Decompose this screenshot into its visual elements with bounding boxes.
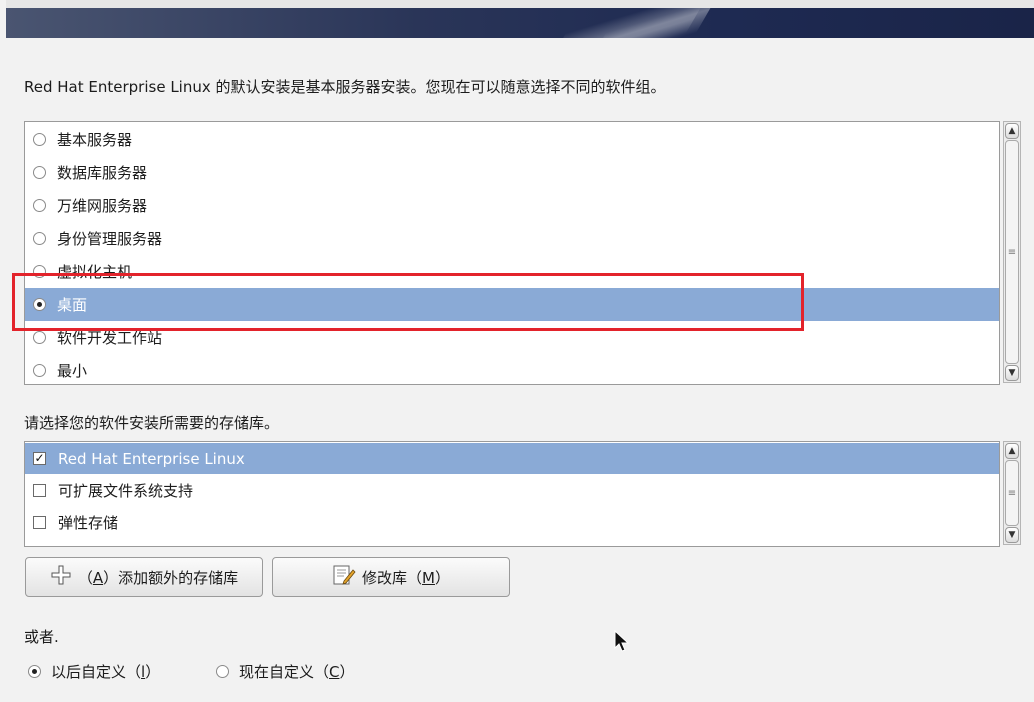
- edit-icon: [332, 564, 356, 590]
- checkbox[interactable]: [33, 515, 46, 529]
- scroll-up-icon[interactable]: ▲: [1005, 123, 1019, 139]
- customize-later-label: 以后自定义（l）: [51, 663, 161, 681]
- add-repo-button[interactable]: （A）添加额外的存储库: [25, 557, 263, 597]
- repo-item-label: Red Hat Enterprise Linux: [58, 449, 245, 468]
- modify-repo-label: 修改库（M）: [362, 568, 450, 587]
- header-banner: [6, 8, 1034, 38]
- scroll-up-icon[interactable]: ▲: [1005, 443, 1019, 459]
- radio-button[interactable]: [33, 364, 46, 377]
- radio-button[interactable]: [33, 199, 46, 212]
- or-label: 或者.: [24, 628, 59, 646]
- list-item-minimal[interactable]: 最小: [25, 354, 999, 387]
- radio-button[interactable]: [33, 166, 46, 179]
- radio-button[interactable]: [216, 665, 229, 678]
- list-item-label: 身份管理服务器: [57, 230, 163, 248]
- list-item-dev-workstation[interactable]: 软件开发工作站: [25, 321, 999, 354]
- mouse-cursor-icon: [614, 629, 630, 658]
- software-list-scrollbar[interactable]: ▲ ≡ ▼: [1003, 121, 1021, 383]
- list-item-label: 万维网服务器: [57, 197, 148, 215]
- list-item-basic-server[interactable]: 基本服务器: [25, 123, 999, 156]
- repo-item-label: 可扩展文件系统支持: [58, 481, 194, 500]
- repo-prompt: 请选择您的软件安装所需要的存储库。: [24, 414, 280, 432]
- repo-item-rhel[interactable]: ✓ Red Hat Enterprise Linux: [25, 443, 999, 474]
- scroll-down-icon[interactable]: ▼: [1005, 365, 1019, 381]
- customize-now-option[interactable]: 现在自定义（C）: [216, 661, 355, 682]
- list-item-label: 数据库服务器: [57, 164, 148, 182]
- list-item-identity-server[interactable]: 身份管理服务器: [25, 222, 999, 255]
- modify-repo-button[interactable]: 修改库（M）: [272, 557, 510, 597]
- customize-now-label: 现在自定义（C）: [239, 663, 355, 681]
- radio-button[interactable]: [33, 265, 46, 278]
- list-item-web-server[interactable]: 万维网服务器: [25, 189, 999, 222]
- repo-list-scrollbar[interactable]: ▲ ≡ ▼: [1003, 441, 1021, 545]
- checkbox-checked[interactable]: ✓: [33, 452, 46, 465]
- checkbox[interactable]: [33, 483, 46, 497]
- scroll-thumb[interactable]: ≡: [1005, 140, 1019, 364]
- radio-button-selected[interactable]: [28, 665, 41, 678]
- intro-text: Red Hat Enterprise Linux 的默认安装是基本服务器安装。您…: [24, 78, 666, 96]
- banner-top-strip: [6, 0, 1034, 8]
- list-item-label: 桌面: [57, 296, 88, 314]
- scroll-down-icon[interactable]: ▼: [1005, 527, 1019, 543]
- radio-button-selected[interactable]: [33, 298, 46, 311]
- customize-later-option[interactable]: 以后自定义（l）: [28, 661, 160, 682]
- software-group-list[interactable]: 基本服务器 数据库服务器 万维网服务器 身份管理服务器 虚拟化主机 桌面 软件开…: [24, 121, 1000, 385]
- list-item-label: 基本服务器: [57, 131, 133, 149]
- list-item-desktop[interactable]: 桌面: [25, 288, 999, 321]
- repo-item-label: 弹性存储: [58, 513, 119, 532]
- list-item-label: 虚拟化主机: [57, 263, 133, 281]
- radio-button[interactable]: [33, 331, 46, 344]
- add-repo-label: （A）添加额外的存储库: [77, 568, 239, 587]
- scroll-thumb[interactable]: ≡: [1005, 460, 1019, 526]
- radio-button[interactable]: [33, 133, 46, 146]
- radio-button[interactable]: [33, 232, 46, 245]
- list-item-label: 软件开发工作站: [57, 329, 163, 347]
- list-item-database-server[interactable]: 数据库服务器: [25, 156, 999, 189]
- repo-item-resilient-storage[interactable]: 弹性存储: [25, 506, 999, 538]
- plus-icon: [50, 564, 72, 590]
- repo-item-scalable-fs[interactable]: 可扩展文件系统支持: [25, 474, 999, 506]
- list-item-virtualization-host[interactable]: 虚拟化主机: [25, 255, 999, 288]
- repository-list[interactable]: ✓ Red Hat Enterprise Linux 可扩展文件系统支持 弹性存…: [24, 441, 1000, 547]
- list-item-label: 最小: [57, 362, 88, 380]
